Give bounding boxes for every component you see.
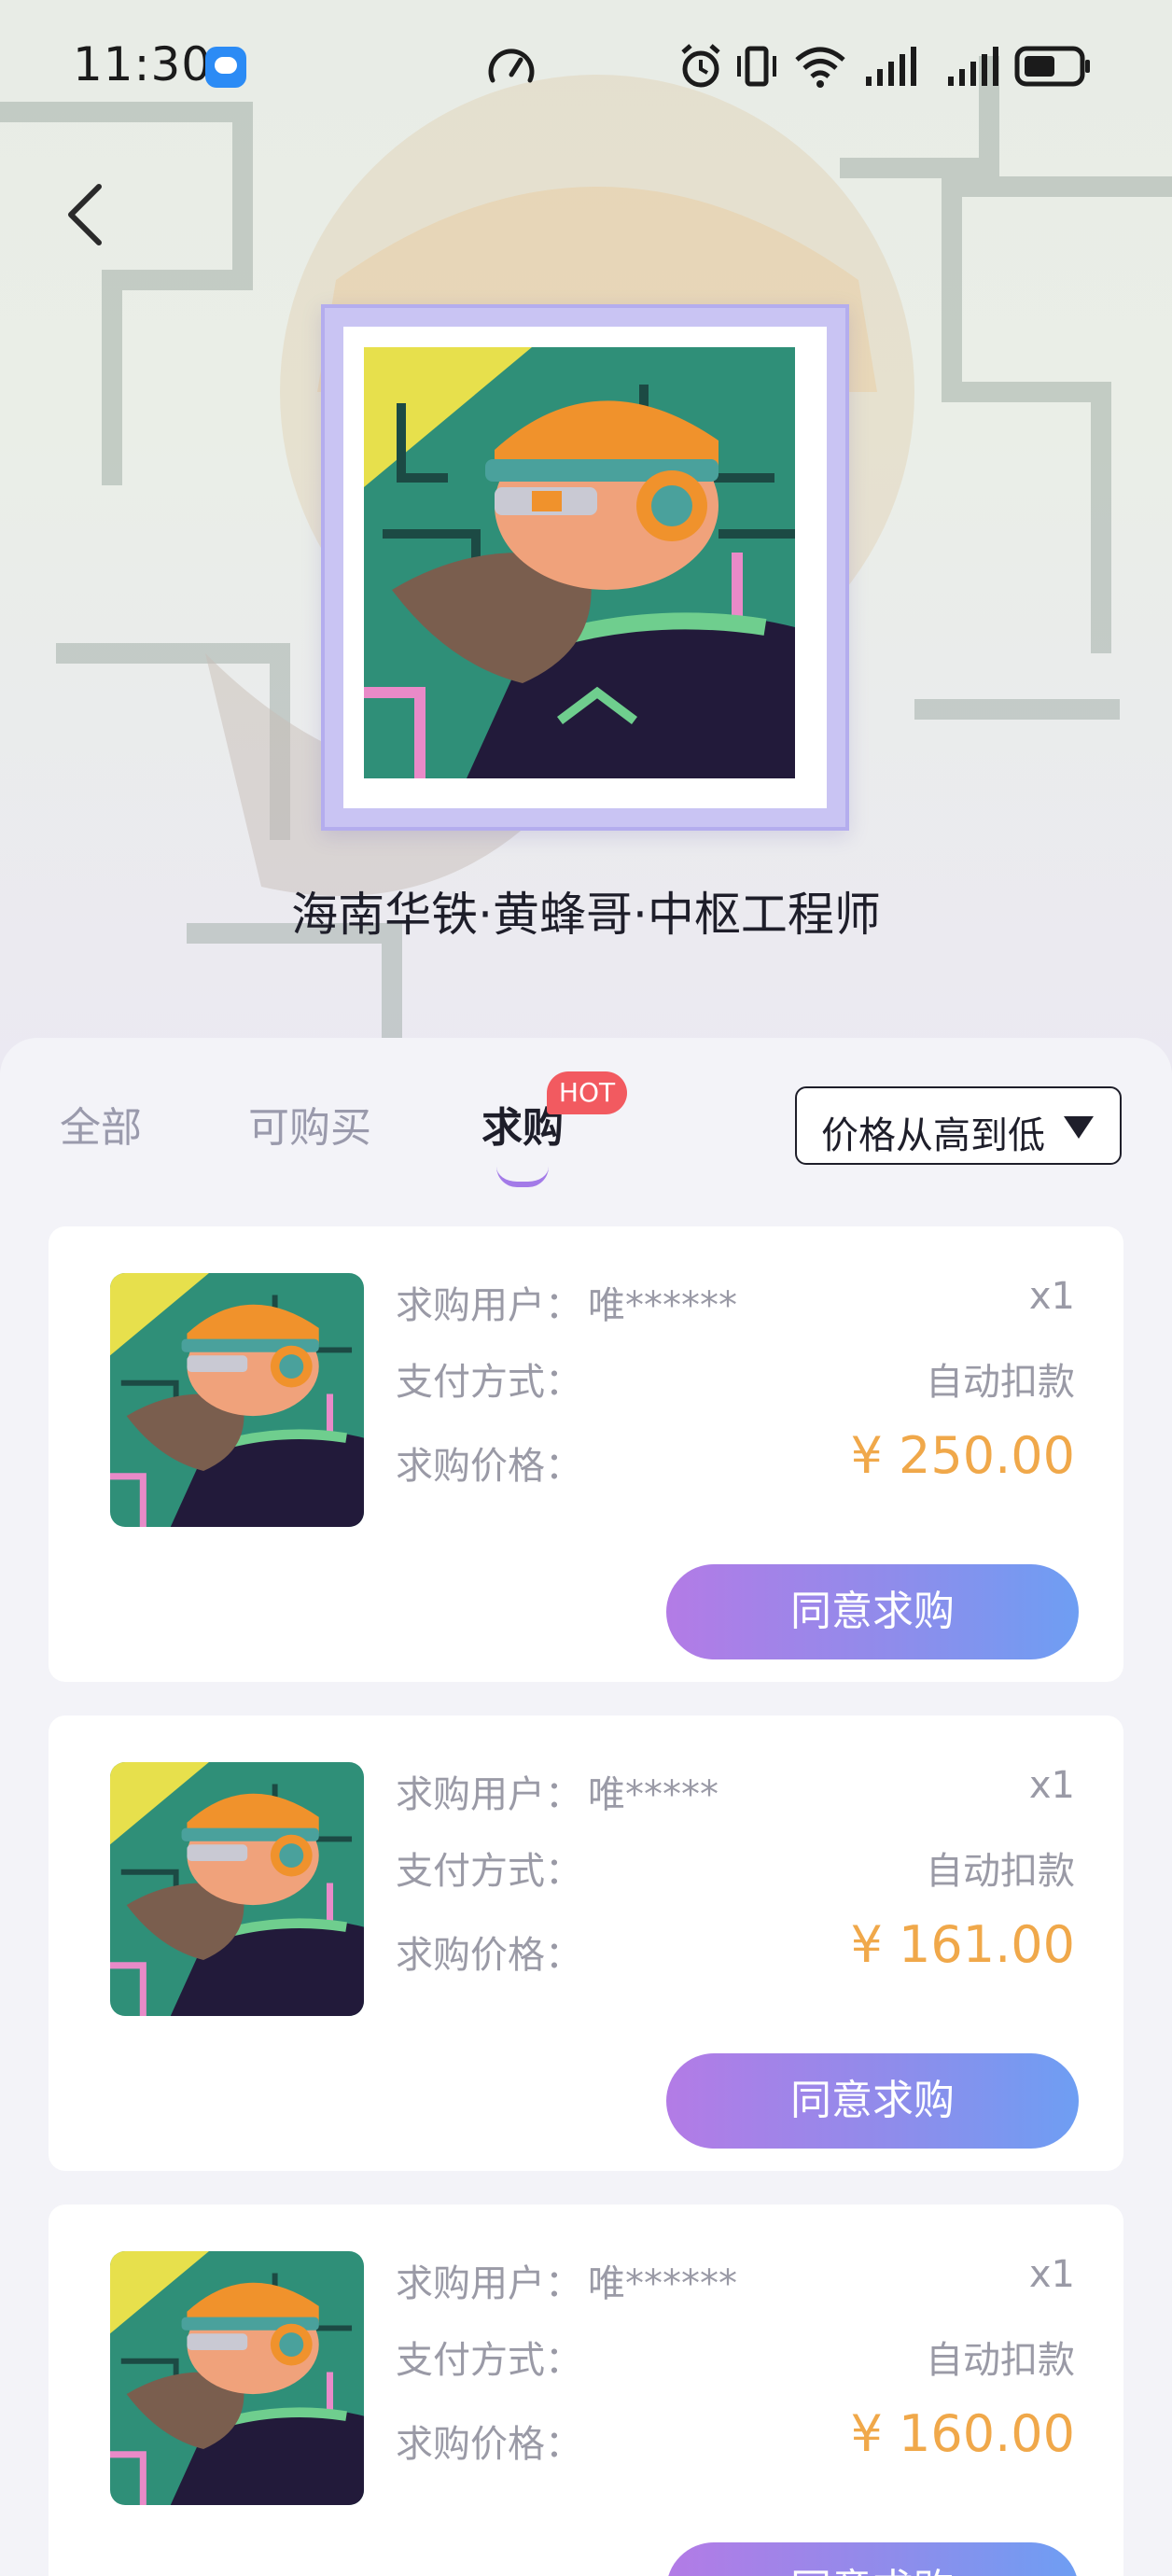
active-tab-indicator: [496, 1167, 549, 1187]
wanted-price-value: ¥ 161.00: [850, 1915, 1075, 1974]
agree-request-button[interactable]: 同意求购: [666, 1564, 1079, 1659]
payment-method-label: 支付方式：: [396, 1361, 582, 1404]
buyer-user-label: 求购用户：: [396, 1773, 582, 1816]
nft-frame-inner: [343, 327, 827, 808]
payment-method-label: 支付方式：: [396, 2339, 582, 2382]
buyer-user-value: 唯******: [588, 2262, 737, 2305]
order-thumbnail-image: [110, 1273, 364, 1527]
hot-badge: HOT: [547, 1071, 627, 1114]
vibrate-icon: [737, 46, 776, 87]
order-card: 求购用户： 唯***** x1 支付方式： 自动扣款 求购价格： ¥ 161.0…: [49, 1715, 1123, 2171]
buyer-user-label: 求购用户：: [396, 2262, 582, 2305]
payment-method-value: 自动扣款: [926, 1850, 1075, 1893]
buyer-user-label: 求购用户：: [396, 1284, 582, 1327]
caret-down-icon: [1064, 1116, 1094, 1139]
chevron-left-icon: [68, 184, 102, 245]
quantity-value: x1: [1028, 1764, 1075, 1807]
cellular-signal-2-icon: [948, 47, 998, 86]
payment-method-label: 支付方式：: [396, 1850, 582, 1893]
payment-method-value: 自动扣款: [926, 1361, 1075, 1404]
content-panel: 全部 可购买 求购 HOT 价格从高到低 求购用户： 唯****** x1 支付…: [0, 1038, 1172, 2576]
cellular-signal-icon: [866, 47, 916, 86]
status-time: 11:30: [73, 37, 213, 91]
wanted-price-value: ¥ 250.00: [850, 1426, 1075, 1485]
quantity-value: x1: [1028, 2253, 1075, 2296]
status-bar: 11:30: [0, 0, 1172, 131]
nft-title: 海南华铁·黄蜂哥·中枢工程师: [291, 888, 881, 942]
quantity-value: x1: [1028, 1275, 1075, 1318]
sort-dropdown-label: 价格从高到低: [821, 1114, 1045, 1157]
order-thumbnail-image: [110, 1762, 364, 2016]
battery-icon: [1014, 46, 1090, 87]
wifi-icon: [795, 47, 845, 88]
tab-bar: 全部 可购买 求购 HOT 价格从高到低: [0, 1038, 1172, 1225]
order-card: 求购用户： 唯****** x1 支付方式： 自动扣款 求购价格： ¥ 250.…: [49, 1226, 1123, 1682]
alarm-icon: [681, 44, 720, 88]
payment-method-value: 自动扣款: [926, 2339, 1075, 2382]
sort-dropdown[interactable]: 价格从高到低: [795, 1086, 1122, 1165]
buyer-user-value: 唯*****: [588, 1773, 719, 1816]
agree-request-button[interactable]: 同意求购: [666, 2542, 1079, 2576]
order-card: 求购用户： 唯****** x1 支付方式： 自动扣款 求购价格： ¥ 160.…: [49, 2205, 1123, 2576]
agree-request-button[interactable]: 同意求购: [666, 2053, 1079, 2149]
order-thumbnail-image: [110, 2251, 364, 2505]
buyer-user-value: 唯******: [588, 1284, 737, 1327]
nft-artwork-image: [364, 347, 795, 778]
message-notification-icon: [205, 47, 246, 88]
wanted-price-label: 求购价格：: [396, 2423, 582, 2466]
speed-gauge-icon: [488, 49, 535, 83]
wanted-price-value: ¥ 160.00: [850, 2404, 1075, 2463]
tab-all[interactable]: 全部: [60, 1094, 142, 1154]
wanted-price-label: 求购价格：: [396, 1445, 582, 1488]
back-button[interactable]: [56, 177, 121, 252]
tab-buyable[interactable]: 可购买: [248, 1094, 371, 1154]
nft-frame: [321, 304, 849, 831]
wanted-price-label: 求购价格：: [396, 1934, 582, 1977]
